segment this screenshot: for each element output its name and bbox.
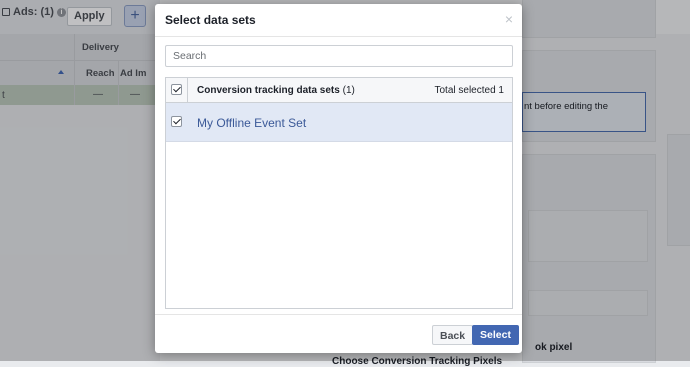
list-item[interactable]: My Offline Event Set: [166, 103, 512, 142]
dialog-header-divider: [155, 36, 522, 37]
table-header-label: Conversion tracking data sets: [197, 85, 340, 96]
data-set-name[interactable]: My Offline Event Set: [197, 116, 306, 130]
row-checkbox[interactable]: [171, 116, 182, 127]
select-button[interactable]: Select: [472, 325, 519, 345]
search-input[interactable]: [165, 45, 513, 67]
table-header-count: (1): [342, 85, 355, 96]
data-sets-table: Conversion tracking data sets (1) Total …: [165, 77, 513, 309]
select-data-sets-dialog: Select data sets × Conversion tracking d…: [155, 4, 522, 353]
dialog-footer-divider: [155, 314, 522, 315]
back-button[interactable]: Back: [432, 325, 474, 345]
total-selected: Total selected 1: [434, 85, 505, 96]
data-sets-table-header: Conversion tracking data sets (1) Total …: [166, 78, 512, 103]
dialog-title: Select data sets: [165, 13, 256, 27]
select-all-checkbox[interactable]: [171, 84, 182, 95]
close-icon[interactable]: ×: [505, 12, 513, 26]
table-header-title: Conversion tracking data sets (1): [197, 85, 355, 96]
